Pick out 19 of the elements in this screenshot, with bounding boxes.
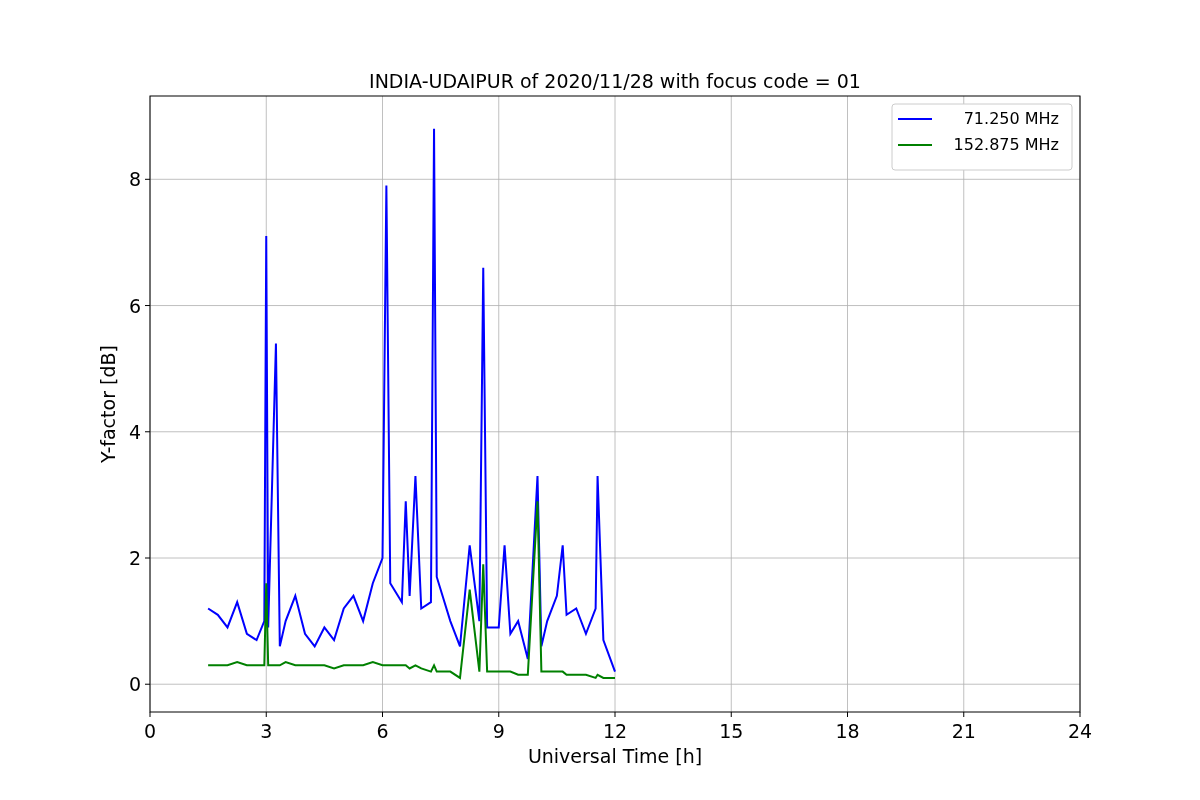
y-tick-label: 0 <box>128 673 141 696</box>
x-axis-label: Universal Time [h] <box>527 745 703 767</box>
y-tick-label: 6 <box>128 294 141 317</box>
y-tick-label: 4 <box>128 420 141 443</box>
y-tick-label: 2 <box>128 547 141 569</box>
x-tick-label: 6 <box>376 720 389 742</box>
x-tick-label: 12 <box>602 720 628 742</box>
legend-label: 71.250 MHz <box>963 109 1059 128</box>
x-tick-label: 3 <box>260 720 273 742</box>
x-tick-label: 9 <box>492 720 505 742</box>
x-tick-label: 15 <box>719 720 744 742</box>
y-axis-label: Y-factor [dB] <box>97 345 119 463</box>
x-tick-label: 24 <box>1067 720 1093 742</box>
x-tick-label: 0 <box>143 720 157 742</box>
x-tick-label: 18 <box>835 720 860 742</box>
legend-label: 152.875 MHz <box>953 135 1059 154</box>
chart-title: INDIA-UDAIPUR of 2020/11/28 with focus code = 01 <box>369 70 861 92</box>
y-tick-label: 8 <box>128 168 141 191</box>
x-tick-label: 21 <box>951 720 976 742</box>
